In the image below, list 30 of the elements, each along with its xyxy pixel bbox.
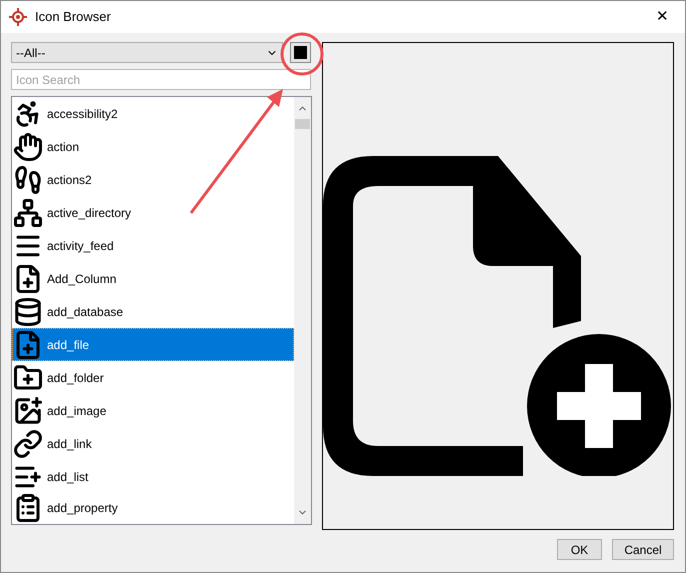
image-plus-icon bbox=[13, 396, 43, 426]
icon-list-item[interactable]: add_property bbox=[12, 493, 294, 523]
close-button[interactable]: ✕ bbox=[656, 6, 669, 28]
scroll-thumb[interactable] bbox=[295, 119, 310, 129]
icon-list-item[interactable]: actions2 bbox=[12, 163, 294, 196]
database-icon bbox=[13, 296, 43, 326]
link-icon bbox=[13, 428, 43, 458]
icon-list-item[interactable]: add_folder bbox=[12, 361, 294, 394]
icon-list-item[interactable]: add_link bbox=[12, 427, 294, 460]
icon-list-item[interactable]: add_database bbox=[12, 295, 294, 328]
icon-list-item[interactable]: activity_feed bbox=[12, 229, 294, 262]
network-icon bbox=[13, 198, 43, 228]
color-swatch[interactable] bbox=[290, 42, 311, 63]
icon-list-item[interactable]: accessibility2 bbox=[12, 97, 294, 130]
window-title: Icon Browser bbox=[35, 8, 111, 26]
icon-list-item[interactable]: Add_Column bbox=[12, 262, 294, 295]
icon-list-item[interactable]: add_list bbox=[12, 460, 294, 493]
annotation-circle bbox=[279, 31, 325, 77]
footprints-icon bbox=[13, 164, 43, 194]
icon-list-item[interactable]: add_file bbox=[12, 328, 294, 361]
category-dropdown[interactable]: --All-- bbox=[11, 42, 283, 63]
search-field[interactable]: Icon Search bbox=[11, 69, 311, 90]
crosshair-icon bbox=[9, 8, 27, 26]
icon-list-item[interactable]: action bbox=[12, 130, 294, 163]
icon-list-item[interactable]: active_directory bbox=[12, 196, 294, 229]
folder-plus-icon bbox=[13, 362, 43, 392]
hand-icon bbox=[13, 132, 43, 162]
cancel-button[interactable]: Cancel bbox=[612, 539, 674, 560]
icon-list-item[interactable]: add_image bbox=[12, 394, 294, 427]
ok-button[interactable]: OK bbox=[557, 539, 602, 560]
